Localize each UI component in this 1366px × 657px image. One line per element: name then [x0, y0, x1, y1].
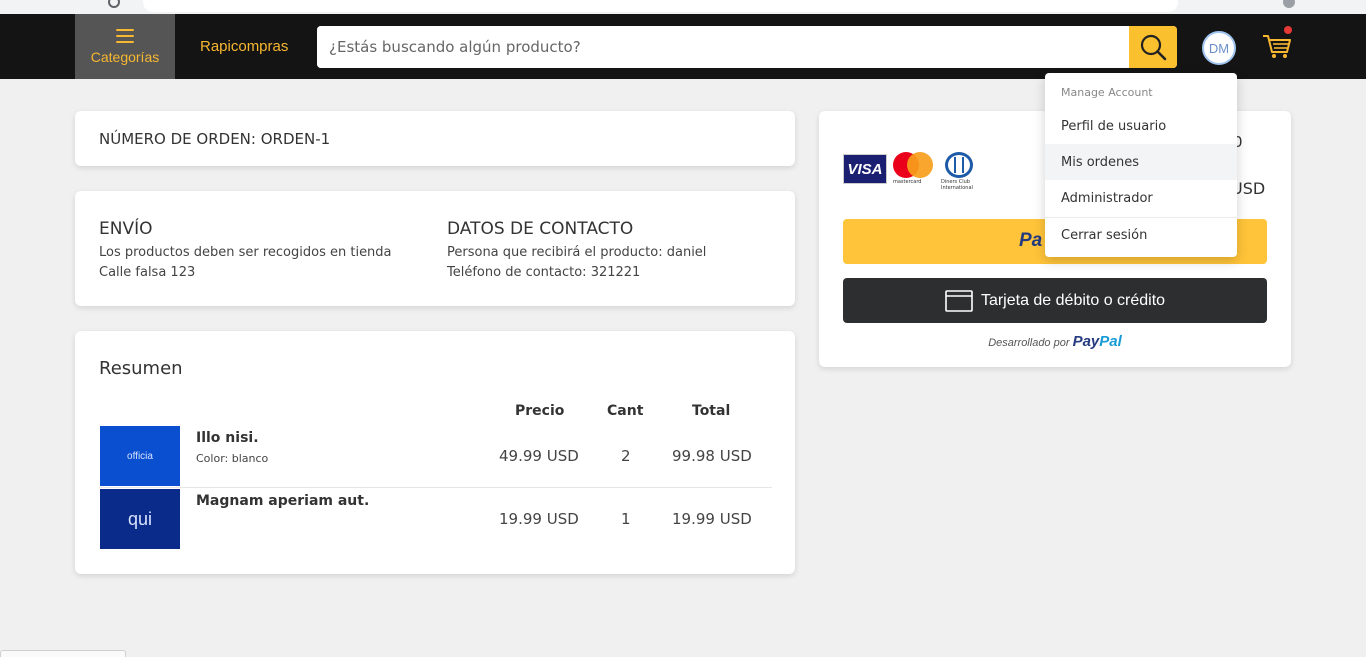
order-summary-card: Resumen Precio Cant Total officia Illo n… [75, 331, 795, 574]
menu-item-logout[interactable]: Cerrar sesión [1045, 217, 1237, 253]
column-header-total: Total [692, 403, 731, 419]
product-total: 99.98 USD [672, 447, 752, 465]
manage-account-heading: Manage Account [1061, 86, 1153, 99]
paypal-wordmark: PayPal [1073, 333, 1122, 350]
product-price: 19.99 USD [499, 510, 579, 528]
product-thumbnail[interactable]: officia [100, 426, 180, 486]
categories-label: Categorías [90, 48, 160, 65]
paypal-word-pal: Pal [1099, 333, 1122, 350]
column-header-price: Precio [515, 403, 565, 419]
menu-item-my-orders[interactable]: Mis ordenes [1045, 144, 1237, 180]
browser-chrome [0, 0, 1366, 14]
product-qty: 2 [621, 447, 631, 465]
categories-button[interactable]: Categorías [75, 14, 175, 79]
product-name[interactable]: Magnam aperiam aut. [196, 493, 369, 509]
search-icon [1140, 34, 1167, 61]
summary-title: Resumen [99, 358, 183, 379]
search-bar [317, 26, 1177, 68]
menu-item-admin[interactable]: Administrador [1045, 180, 1237, 216]
credit-card-icon [945, 289, 973, 312]
cart-button[interactable] [1260, 26, 1294, 62]
product-total: 19.99 USD [672, 510, 752, 528]
mastercard-logo: mastercard [893, 152, 935, 186]
product-name[interactable]: Illo nisi. [196, 430, 259, 446]
bottom-panel-tab[interactable] [0, 650, 126, 657]
column-header-qty: Cant [607, 403, 644, 419]
shipping-title: ENVÍO [99, 219, 153, 239]
shipping-line-2: Calle falsa 123 [99, 265, 196, 280]
card-payment-button[interactable]: Tarjeta de débito o crédito [843, 278, 1267, 323]
accepted-cards-logos: VISA mastercard Diners Club Internationa… [843, 152, 979, 191]
powered-by-text: Desarrollado por [988, 337, 1070, 349]
product-price: 49.99 USD [499, 447, 579, 465]
visa-logo: VISA [843, 154, 887, 184]
search-button[interactable] [1129, 26, 1177, 68]
row-divider [99, 487, 772, 488]
shipping-contact-card: ENVÍO Los productos deben ser recogidos … [75, 191, 795, 306]
top-navbar: Categorías Rapicompras DM [0, 14, 1366, 79]
address-bar[interactable] [143, 0, 1178, 12]
paypal-word-pay: Pay [1072, 333, 1100, 350]
diners-club-logo: Diners Club International [941, 152, 979, 191]
diners-logo-text: Diners Club International [941, 179, 973, 191]
paypal-button-label: Pa [1019, 230, 1043, 251]
reload-icon[interactable] [108, 0, 120, 8]
brand-logo[interactable]: Rapicompras [200, 38, 288, 55]
search-input[interactable] [317, 26, 1129, 68]
hamburger-icon [116, 28, 134, 43]
product-qty: 1 [621, 510, 631, 528]
contact-line-1: Persona que recibirá el producto: daniel [447, 245, 707, 260]
contact-line-2: Teléfono de contacto: 321221 [447, 265, 641, 280]
order-number-card: NÚMERO DE ORDEN: ORDEN-1 [75, 111, 795, 166]
card-payment-label: Tarjeta de débito o crédito [980, 291, 1166, 309]
powered-by-paypal: Desarrollado por PayPal [819, 333, 1291, 350]
account-dropdown-menu: Manage Account Perfil de usuario Mis ord… [1045, 73, 1237, 257]
menu-item-profile[interactable]: Perfil de usuario [1045, 108, 1237, 144]
cart-notification-dot [1284, 26, 1292, 34]
product-thumbnail[interactable]: qui [100, 489, 180, 549]
product-variant: Color: blanco [196, 452, 269, 465]
shipping-line-1: Los productos deben ser recogidos en tie… [99, 245, 392, 260]
contact-title: DATOS DE CONTACTO [447, 219, 634, 239]
user-avatar[interactable]: DM [1202, 31, 1236, 65]
order-number: NÚMERO DE ORDEN: ORDEN-1 [99, 130, 331, 148]
mastercard-logo-text: mastercard [893, 179, 922, 185]
profile-icon[interactable] [1283, 0, 1295, 8]
